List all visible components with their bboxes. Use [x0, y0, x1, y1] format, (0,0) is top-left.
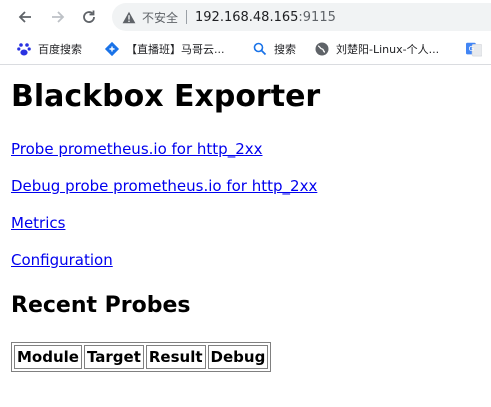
bookmark-diamond-icon — [104, 41, 120, 57]
column-header-debug: Debug — [207, 345, 269, 369]
configuration-link[interactable]: Configuration — [11, 251, 113, 269]
table-header-row: Module Target Result Debug — [14, 345, 269, 369]
omnibox-divider — [186, 10, 188, 24]
probe-link[interactable]: Probe prometheus.io for http_2xx — [11, 140, 263, 158]
recent-probes-heading: Recent Probes — [11, 293, 191, 318]
globe-icon — [314, 41, 330, 57]
url-host: 192.168.48.165 — [195, 9, 299, 25]
google-translate-icon: G — [466, 41, 482, 57]
baidu-paw-icon — [16, 41, 32, 57]
bookmark-label: 百度搜索 — [38, 43, 82, 56]
bookmark-label: 刘楚阳-Linux-个人... — [336, 43, 440, 56]
bookmark-magedu[interactable]: 【直播班】马哥云... — [104, 39, 225, 59]
arrow-left-icon[interactable] — [14, 6, 36, 28]
bookmarks-bar: 百度搜索 【直播班】马哥云... 搜索 刘楚阳-Linux-个人... G — [0, 34, 491, 65]
metrics-link[interactable]: Metrics — [11, 214, 65, 232]
url-port: :9115 — [298, 9, 336, 25]
browser-toolbar: 不安全 192.168.48.165:9115 — [0, 0, 491, 34]
reload-icon[interactable] — [78, 6, 100, 28]
column-header-target: Target — [83, 345, 144, 369]
search-icon — [252, 41, 268, 57]
arrow-right-icon[interactable] — [47, 6, 69, 28]
url-text[interactable]: 192.168.48.165:9115 — [195, 10, 336, 25]
bookmark-label: 搜索 — [274, 43, 296, 56]
bookmark-baidu[interactable]: 百度搜索 — [16, 39, 82, 59]
address-bar[interactable]: 不安全 192.168.48.165:9115 — [112, 3, 491, 31]
recent-probes-table: Module Target Result Debug — [11, 342, 272, 372]
bookmark-google-translate[interactable]: G — [466, 39, 488, 59]
column-header-module: Module — [14, 345, 82, 369]
bookmark-liuchuyang[interactable]: 刘楚阳-Linux-个人... — [314, 39, 439, 59]
page-title: Blackbox Exporter — [11, 79, 321, 114]
warning-icon[interactable] — [122, 11, 136, 24]
security-label[interactable]: 不安全 — [142, 9, 178, 26]
bookmark-label: 【直播班】马哥云... — [126, 43, 225, 56]
svg-text:G: G — [469, 44, 475, 53]
bookmark-search[interactable]: 搜索 — [252, 39, 296, 59]
column-header-result: Result — [145, 345, 206, 369]
debug-probe-link[interactable]: Debug probe prometheus.io for http_2xx — [11, 177, 317, 195]
